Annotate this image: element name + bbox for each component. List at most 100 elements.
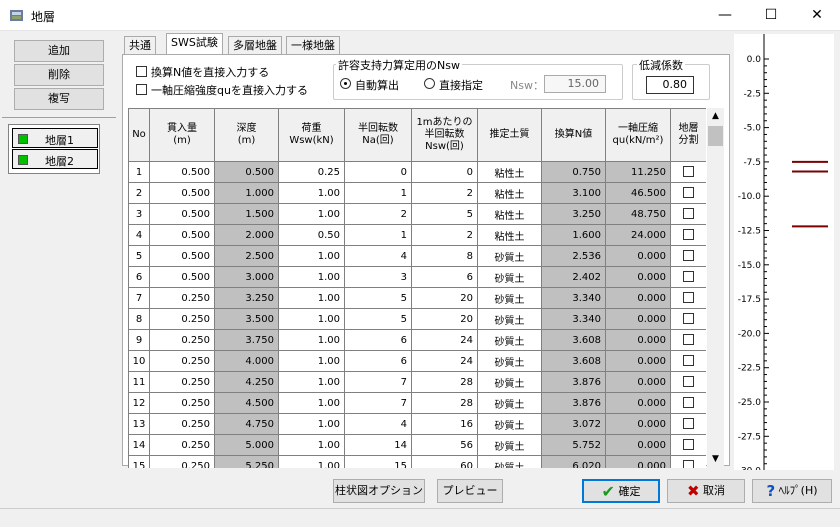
grid-cell[interactable]: 5	[344, 287, 412, 309]
grid-cell[interactable]: 粘性土	[477, 224, 542, 246]
grid-cell[interactable]: 0.250	[149, 434, 215, 456]
grid-cell[interactable]: 1.00	[278, 350, 345, 372]
grid-cell[interactable]: 0.250	[149, 350, 215, 372]
grid-cell[interactable]: 3.100	[541, 182, 606, 204]
grid-cell[interactable]: 1.00	[278, 203, 345, 225]
grid-cell[interactable]: 0.250	[149, 308, 215, 330]
cancel-button[interactable]: ✖ 取消	[667, 479, 745, 503]
grid-cell[interactable]: 5.752	[541, 434, 606, 456]
grid-cell[interactable]: 1.00	[278, 329, 345, 351]
grid-cell[interactable]: 0.000	[605, 434, 671, 456]
layer-item-2[interactable]: 地層2	[12, 149, 98, 169]
grid-cell[interactable]: 2.500	[214, 245, 279, 267]
grid-cell[interactable]: 0.250	[149, 287, 215, 309]
grid-cell[interactable]: 0.000	[605, 329, 671, 351]
grid-cell[interactable]: 1.00	[278, 455, 345, 468]
grid-cell[interactable]: 28	[411, 392, 478, 414]
grid-cell[interactable]: 7	[344, 392, 412, 414]
tab-sws-test[interactable]: SWS試験	[166, 33, 223, 55]
grid-cell[interactable]: 0.250	[149, 392, 215, 414]
grid-cell[interactable]: 15	[344, 455, 412, 468]
scroll-down-icon[interactable]: ▼	[707, 451, 724, 468]
grid-cell[interactable]: 1.00	[278, 266, 345, 288]
layer-split-checkbox[interactable]	[683, 355, 694, 367]
grid-cell[interactable]: 1.000	[214, 182, 279, 204]
grid-cell[interactable]: 3.250	[214, 287, 279, 309]
layer-split-checkbox[interactable]	[683, 313, 694, 325]
grid-cell[interactable]: 5	[344, 308, 412, 330]
grid-cell[interactable]: 粘性土	[477, 182, 542, 204]
grid-cell[interactable]: 砂質土	[477, 287, 542, 309]
grid-cell[interactable]: 砂質土	[477, 245, 542, 267]
grid-cell[interactable]: 1.00	[278, 371, 345, 393]
grid-cell[interactable]: 2	[411, 224, 478, 246]
grid-cell[interactable]: 1.00	[278, 287, 345, 309]
grid-cell[interactable]: 60	[411, 455, 478, 468]
grid-cell[interactable]: 1.600	[541, 224, 606, 246]
grid-cell[interactable]: 0.000	[605, 287, 671, 309]
grid-cell[interactable]: 0.500	[149, 224, 215, 246]
grid-cell[interactable]: 2	[411, 182, 478, 204]
grid-cell[interactable]: 5.250	[214, 455, 279, 468]
copy-button[interactable]: 複写	[14, 88, 104, 110]
grid-cell[interactable]: 4.250	[214, 371, 279, 393]
grid-cell[interactable]: 2.000	[214, 224, 279, 246]
grid-cell[interactable]: 0	[344, 161, 412, 183]
grid-cell[interactable]: 6.020	[541, 455, 606, 468]
grid-cell[interactable]: 1.00	[278, 182, 345, 204]
layer-split-checkbox[interactable]	[683, 460, 694, 468]
direct-radio[interactable]	[424, 78, 435, 89]
layer-split-checkbox[interactable]	[683, 250, 694, 262]
grid-cell[interactable]: 24.000	[605, 224, 671, 246]
grid-cell[interactable]: 20	[411, 287, 478, 309]
grid-cell[interactable]: 0.000	[605, 392, 671, 414]
layer-split-checkbox[interactable]	[683, 292, 694, 304]
help-button[interactable]: ? ﾍﾙﾌﾟ(H)	[752, 479, 832, 503]
preview-button[interactable]: プレビュー	[437, 479, 503, 503]
grid-cell[interactable]: 3.876	[541, 392, 606, 414]
grid-cell[interactable]: 3.608	[541, 350, 606, 372]
grid-cell[interactable]: 0.500	[149, 266, 215, 288]
grid-cell[interactable]: 0.000	[605, 455, 671, 468]
scroll-thumb[interactable]	[708, 126, 723, 146]
grid-cell[interactable]: 0.500	[149, 161, 215, 183]
grid-cell[interactable]: 24	[411, 329, 478, 351]
grid-cell[interactable]: 3.500	[214, 308, 279, 330]
grid-cell[interactable]: 1	[344, 182, 412, 204]
grid-scrollbar[interactable]: ▲ ▼	[707, 108, 724, 468]
grid-cell[interactable]: 粘性土	[477, 161, 542, 183]
grid-cell[interactable]: 4.750	[214, 413, 279, 435]
grid-cell[interactable]: 砂質土	[477, 266, 542, 288]
grid-cell[interactable]: 0.50	[278, 224, 345, 246]
column-options-button[interactable]: 柱状図オプション	[333, 479, 425, 503]
layer-item-1[interactable]: 地層1	[12, 128, 98, 148]
layer-split-checkbox[interactable]	[683, 418, 694, 430]
grid-cell[interactable]: 3.340	[541, 308, 606, 330]
grid-cell[interactable]: 0.000	[605, 308, 671, 330]
grid-cell[interactable]: 0.500	[149, 245, 215, 267]
grid-cell[interactable]: 4	[344, 413, 412, 435]
grid-cell[interactable]: 1.00	[278, 413, 345, 435]
grid-cell[interactable]: 5.000	[214, 434, 279, 456]
grid-cell[interactable]: 1	[344, 224, 412, 246]
grid-cell[interactable]: 0.25	[278, 161, 345, 183]
grid-cell[interactable]: 0.000	[605, 350, 671, 372]
grid-cell[interactable]: 0.250	[149, 455, 215, 468]
grid-cell[interactable]: 1.00	[278, 392, 345, 414]
ok-button[interactable]: ✔ 確定	[582, 479, 660, 503]
grid-cell[interactable]: 0.500	[149, 182, 215, 204]
grid-cell[interactable]: 28	[411, 371, 478, 393]
grid-cell[interactable]: 6	[411, 266, 478, 288]
grid-cell[interactable]: 5	[411, 203, 478, 225]
scroll-up-icon[interactable]: ▲	[707, 108, 724, 125]
grid-cell[interactable]: 0.750	[541, 161, 606, 183]
grid-cell[interactable]: 砂質土	[477, 329, 542, 351]
grid-cell[interactable]: 0	[411, 161, 478, 183]
grid-cell[interactable]: 2.536	[541, 245, 606, 267]
grid-cell[interactable]: 3	[344, 266, 412, 288]
grid-cell[interactable]: 0.000	[605, 413, 671, 435]
minimize-button[interactable]: —	[702, 0, 748, 31]
grid-cell[interactable]: 24	[411, 350, 478, 372]
grid-cell[interactable]: 0.250	[149, 413, 215, 435]
reduction-input[interactable]: 0.80	[646, 76, 694, 94]
